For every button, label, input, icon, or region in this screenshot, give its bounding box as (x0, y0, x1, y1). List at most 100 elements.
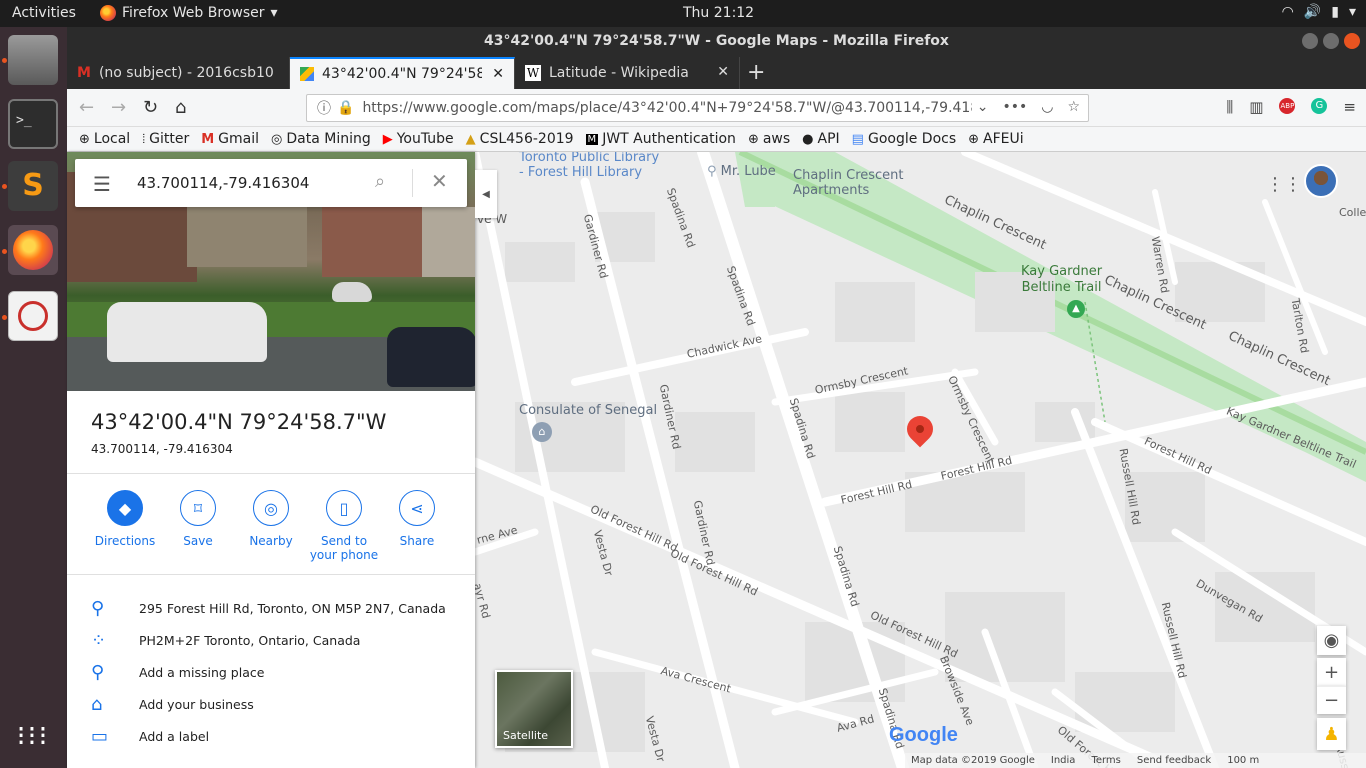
document-viewer-icon[interactable] (8, 291, 58, 341)
maximize-button[interactable] (1323, 33, 1339, 49)
system-tray[interactable]: ◠ 🔊 ▮ ▾ (1282, 4, 1356, 20)
info-icon[interactable]: ⓘ (317, 98, 331, 118)
menu-icon[interactable]: ≡ (1343, 98, 1356, 116)
poi-library[interactable]: Toronto Public Library - Forest Hill Lib… (519, 152, 659, 180)
add-business-icon: ⌂ (91, 694, 103, 715)
share-button[interactable]: ⋖ Share (379, 490, 455, 548)
volume-icon[interactable]: 🔊 (1304, 4, 1321, 20)
search-input[interactable] (137, 171, 357, 195)
bookmark-youtube[interactable]: ▶ YouTube (383, 131, 454, 147)
directions-button[interactable]: ◆ Directions (87, 490, 163, 548)
bookmark-google-docs[interactable]: ▤ Google Docs (852, 131, 956, 147)
close-icon[interactable]: ✕ (492, 66, 504, 82)
tab-google-maps[interactable]: 43°42'00.4"N 79°24'58.7" ✕ (290, 57, 515, 89)
bookmark-afeui[interactable]: ⊕ AFEUi (968, 131, 1024, 147)
sidebar-icon[interactable]: ▥ (1249, 98, 1263, 116)
url-bar[interactable]: ⓘ 🔒 https://www.google.com/maps/place/43… (306, 94, 1089, 122)
add-business-row[interactable]: ⌂ Add your business (91, 694, 254, 715)
show-applications-icon[interactable]: ⁝⁝⁝ (8, 713, 58, 763)
add-missing-place-row[interactable]: ⚲ Add a missing place (91, 662, 264, 683)
google-maps-page: ☰ ⌕ ✕ 43°42'00.4"N 79°24'58.7"W 43.70011… (67, 152, 1366, 768)
map-canvas[interactable]: ◀ Toronto Public Library - Forest Hill L… (475, 152, 1366, 768)
poi-chaplin-apartments[interactable]: Chaplin Crescent Apartments (793, 168, 904, 198)
zoom-in-button[interactable]: + (1317, 658, 1346, 686)
bookmark-aws[interactable]: ⊕ aws (748, 131, 790, 147)
firefox-icon (100, 5, 116, 21)
chevron-down-icon[interactable]: ⌄ (977, 99, 989, 115)
activities-button[interactable]: Activities (12, 5, 76, 21)
battery-icon[interactable]: ▮ (1331, 4, 1339, 20)
scale-bar[interactable]: 100 m (1227, 755, 1259, 766)
search-icon[interactable]: ⌕ (375, 171, 385, 192)
zoom-out-button[interactable]: − (1317, 686, 1346, 714)
divider (67, 574, 475, 575)
close-icon[interactable]: ✕ (717, 64, 729, 80)
my-location-button[interactable]: ◉ (1317, 626, 1346, 655)
grammarly-icon[interactable]: G (1311, 98, 1328, 114)
poi-marker-icon[interactable]: ⌂ (532, 422, 552, 442)
divider (412, 169, 413, 197)
bookmark-csl456[interactable]: ▲ CSL456-2019 (466, 131, 574, 147)
minimize-button[interactable] (1302, 33, 1318, 49)
tab-bar: M (no subject) - 2016csb10 43°42'00.4"N … (67, 55, 1366, 89)
terminal-icon[interactable]: >_ (8, 99, 58, 149)
poi-mr-lube[interactable]: ⚲ Mr. Lube (707, 164, 776, 179)
save-button[interactable]: ⌑ Save (160, 490, 236, 548)
place-panel: ☰ ⌕ ✕ 43°42'00.4"N 79°24'58.7"W 43.70011… (67, 152, 475, 768)
forward-button[interactable]: → (111, 97, 126, 118)
bookmark-local[interactable]: ⊕ Local (79, 131, 130, 147)
bookmark-api[interactable]: ● API (802, 131, 840, 147)
url-text[interactable]: https://www.google.com/maps/place/43°42'… (362, 100, 972, 116)
app-menu-label: Firefox Web Browser (122, 5, 265, 21)
files-icon[interactable] (8, 35, 58, 85)
my-location-icon: ◉ (1323, 630, 1340, 651)
menu-icon[interactable]: ☰ (93, 172, 111, 196)
bookmark-jwt[interactable]: M JWT Authentication (585, 131, 736, 147)
address-row[interactable]: ⚲ 295 Forest Hill Rd, Toronto, ON M5P 2N… (91, 598, 446, 619)
poi-consulate-senegal[interactable]: Consulate of Senegal (519, 403, 657, 418)
pegman-icon: ♟ (1323, 723, 1340, 745)
trail-marker-icon[interactable]: ▲ (1067, 300, 1085, 318)
back-button[interactable]: ← (79, 97, 94, 118)
youtube-icon: ▶ (382, 131, 393, 147)
pocket-icon[interactable]: ◡ (1041, 99, 1053, 115)
medium-icon: M (585, 133, 599, 145)
add-label-row[interactable]: ▭ Add a label (91, 726, 209, 747)
app-menu[interactable]: Firefox Web Browser ▾ (100, 5, 278, 21)
nearby-button[interactable]: ◎ Nearby (233, 490, 309, 548)
satellite-toggle[interactable]: Satellite (495, 670, 573, 748)
bookmark-star-icon[interactable]: ☆ (1067, 99, 1080, 115)
adblock-icon[interactable]: ABP (1279, 98, 1296, 114)
region-link[interactable]: India (1051, 755, 1076, 766)
collapse-panel-button[interactable]: ◀ (475, 170, 497, 218)
plus-code-row[interactable]: ⁘ PH2M+2F Toronto, Ontario, Canada (91, 630, 360, 651)
new-tab-button[interactable]: + (747, 60, 765, 85)
clock[interactable]: Thu 21:12 (683, 5, 754, 21)
tab-label: 43°42'00.4"N 79°24'58.7" (322, 66, 482, 82)
wifi-icon[interactable]: ◠ (1282, 4, 1294, 20)
avatar[interactable] (1304, 164, 1338, 198)
library-icon[interactable]: ⫼ (1226, 98, 1233, 116)
sublime-text-icon[interactable]: S (8, 161, 58, 211)
docs-icon: ▤ (851, 131, 864, 147)
bookmark-gmail[interactable]: M Gmail (201, 131, 259, 147)
street-view-pegman[interactable]: ♟ (1317, 718, 1346, 750)
terms-link[interactable]: Terms (1091, 755, 1120, 766)
share-icon: ⋖ (399, 490, 435, 526)
bookmark-gitter[interactable]: ⦙ Gitter (142, 131, 189, 147)
page-actions-icon[interactable]: ••• (1002, 99, 1027, 115)
bookmark-data-mining[interactable]: ◎ Data Mining (271, 131, 371, 147)
home-button[interactable]: ⌂ (175, 97, 186, 118)
send-to-phone-button[interactable]: ▯ Send to your phone (306, 490, 382, 562)
reload-button[interactable]: ↻ (143, 97, 158, 118)
close-window-button[interactable] (1344, 33, 1360, 49)
tab-label: (no subject) - 2016csb10 (98, 65, 274, 81)
tab-wikipedia[interactable]: W Latitude - Wikipedia ✕ (515, 57, 740, 89)
park-beltline-trail[interactable]: Kay Gardner Beltline Trail (1021, 264, 1102, 296)
firefox-dock-icon[interactable] (8, 225, 58, 275)
send-feedback-link[interactable]: Send feedback (1137, 755, 1211, 766)
wikipedia-icon: W (525, 65, 541, 81)
close-icon[interactable]: ✕ (431, 169, 448, 193)
tab-gmail[interactable]: M (no subject) - 2016csb10 (67, 57, 290, 89)
chevron-down-icon[interactable]: ▾ (1349, 4, 1356, 20)
